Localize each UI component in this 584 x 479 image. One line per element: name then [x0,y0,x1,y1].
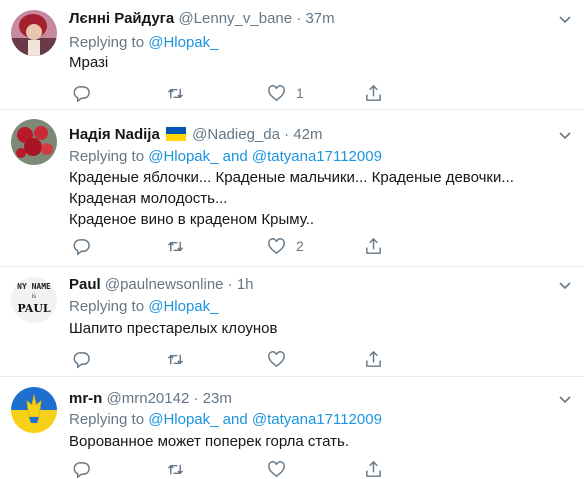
user-handle[interactable]: @paulnewsonline [105,276,224,293]
separator: · [296,10,302,27]
mention-link[interactable]: @Hlopak_ [148,148,218,165]
like-icon [268,237,285,254]
retweet-button[interactable] [166,349,195,369]
mention-and[interactable]: and [223,411,248,428]
reply-icon [73,461,90,479]
reply-button[interactable] [72,349,101,369]
replying-to-label: Replying to [69,34,145,51]
mention-and[interactable]: and [223,148,248,165]
share-icon [366,84,381,101]
tweet-text: Шапито престарелых клоунов [69,318,277,339]
timestamp[interactable]: 37m [305,10,334,27]
replying-to-label: Replying to [69,148,145,165]
avatar-text: PAUL [17,302,51,315]
tweet-text: Краденые яблочки... Краденые мальчики...… [69,167,514,230]
reply-icon [73,238,90,256]
share-button[interactable] [364,83,383,103]
tweet-text-line: Краденое вино в краденом Крыму.. [69,211,315,228]
like-button[interactable]: 1 [267,83,304,103]
retweet-button[interactable] [166,459,195,479]
replying-to: Replying to @Hlopak_ and @tatyana1711200… [69,410,382,430]
user-handle[interactable]: @Nadieg_da [192,126,280,143]
display-name[interactable]: Paul [69,276,101,293]
mention-link[interactable]: @Hlopak_ [148,298,218,315]
tweet[interactable]: NY NAME is PAUL Paul @paulnewsonline · 1… [0,267,584,377]
like-button[interactable]: 2 [267,236,304,256]
timestamp[interactable]: 1h [237,276,254,293]
reply-icon [73,85,90,103]
mention-link[interactable]: @Hlopak_ [148,34,218,51]
like-icon [268,350,285,367]
tweet-text-line: Краденая молодость... [69,190,228,207]
tweet[interactable]: mr-n @mrn20142 · 23m Replying to @Hlopak… [0,377,584,479]
mention-link[interactable]: @Hlopak_ [148,411,218,428]
mention-link[interactable]: @tatyana17112009 [252,411,382,428]
user-handle[interactable]: @mrn20142 [107,390,190,407]
like-button[interactable] [267,349,296,369]
tweet-text: Мразі [69,52,108,73]
tweet-actions: 2 [69,236,389,256]
replying-to-label: Replying to [69,411,145,428]
avatar[interactable]: NY NAME is PAUL [11,277,57,323]
tweet-actions [69,349,389,369]
chevron-down-icon[interactable] [558,128,572,142]
replying-to: Replying to @Hlopak_ [69,297,218,317]
share-icon [366,237,381,254]
like-button[interactable] [267,459,296,479]
tweet-actions [69,459,389,479]
avatar-text: NY NAME [17,282,51,291]
replying-to: Replying to @Hlopak_ [69,33,218,53]
separator: · [193,390,199,407]
avatar[interactable] [11,119,57,165]
display-name[interactable]: Лєнні Райдуга [69,10,174,27]
avatar[interactable] [11,387,57,433]
display-name[interactable]: Надія Nadija [69,126,160,143]
chevron-down-icon[interactable] [558,12,572,26]
retweet-icon [167,354,184,364]
retweet-button[interactable] [166,83,195,103]
mention-link[interactable]: @tatyana17112009 [252,148,382,165]
retweet-icon [167,88,184,98]
retweet-button[interactable] [166,236,195,256]
tweet-text-line: Краденые яблочки... Краденые мальчики...… [69,169,514,186]
like-count: 2 [296,238,304,254]
tweet-text-line: Шапито престарелых клоунов [69,320,278,337]
tweet-text-line: Ворованное может поперек горла стать. [69,433,349,450]
like-count: 1 [296,85,304,101]
separator: · [227,276,233,293]
separator: · [284,126,290,143]
avatar[interactable] [11,10,57,56]
reply-button[interactable] [72,83,101,103]
reply-button[interactable] [72,236,101,256]
timestamp[interactable]: 42m [293,126,322,143]
replying-to-label: Replying to [69,298,145,315]
chevron-down-icon[interactable] [558,278,572,292]
tweet-text-line: Мразі [69,54,109,71]
share-icon [366,460,381,477]
share-icon [366,350,381,367]
replying-to: Replying to @Hlopak_ and @tatyana1711200… [69,147,382,167]
tweet-actions: 1 [69,83,389,103]
retweet-icon [167,241,184,251]
display-name[interactable]: mr-n [69,390,102,407]
ukraine-flag-icon [165,127,186,141]
share-button[interactable] [364,349,383,369]
avatar-text: is [31,294,37,300]
retweet-icon [167,464,184,474]
reply-button[interactable] [72,459,101,479]
timestamp[interactable]: 23m [203,390,232,407]
chevron-down-icon[interactable] [558,392,572,406]
like-icon [268,460,285,477]
user-handle[interactable]: @Lenny_v_bane [178,10,292,27]
like-icon [268,84,285,101]
share-button[interactable] [364,459,383,479]
tweet[interactable]: Лєнні Райдуга @Lenny_v_bane · 37m Replyi… [0,0,584,110]
reply-icon [73,351,90,369]
tweet-text: Ворованное может поперек горла стать. [69,431,349,452]
tweet[interactable]: Надія Nadija @Nadieg_da · 42m Replying t… [0,110,584,267]
share-button[interactable] [364,236,383,256]
